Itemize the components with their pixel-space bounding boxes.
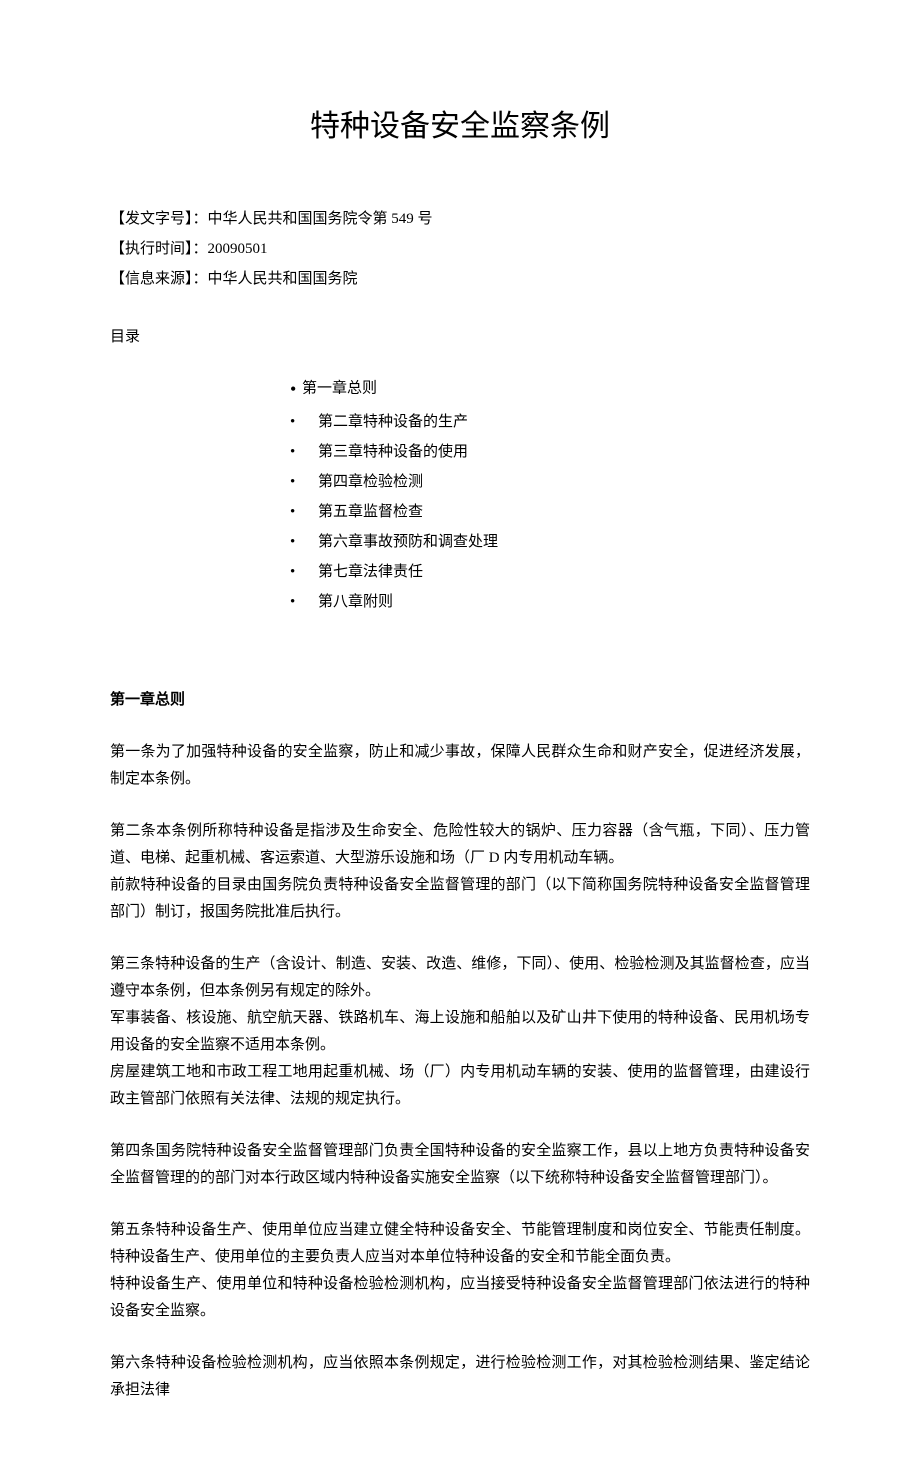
toc-item-text: 第六章事故预防和调查处理 xyxy=(318,534,498,550)
toc-item-text: 第八章附则 xyxy=(318,594,393,610)
toc-item-text: 第四章检验检测 xyxy=(318,474,423,490)
bullet-icon: • xyxy=(290,467,300,497)
toc-item-text: 第二章特种设备的生产 xyxy=(318,414,468,430)
article-paragraph: 第五条特种设备生产、使用单位应当建立健全特种设备安全、节能管理制度和岗位安全、节… xyxy=(110,1217,810,1271)
toc-item: •第一章总则 xyxy=(290,371,810,407)
bullet-icon: • xyxy=(290,437,300,467)
meta-source-value: 中华人民共和国国务院 xyxy=(208,271,358,287)
meta-exectime-label: 【执行时间】： xyxy=(110,241,208,257)
toc-item-text: 第五章监督检查 xyxy=(318,504,423,520)
article-paragraph: 特种设备生产、使用单位和特种设备检验检测机构，应当接受特种设备安全监督管理部门依… xyxy=(110,1271,810,1325)
toc-item: • 第四章检验检测 xyxy=(290,467,810,497)
meta-exectime: 【执行时间】：20090501 xyxy=(110,234,810,264)
toc-item-text: 第七章法律责任 xyxy=(318,564,423,580)
bullet-icon: • xyxy=(290,557,300,587)
document-meta: 【发文字号】：中华人民共和国国务院令第 549 号 【执行时间】：2009050… xyxy=(110,204,810,294)
bullet-icon: • xyxy=(290,497,300,527)
article-paragraph: 第六条特种设备检验检测机构，应当依照本条例规定，进行检验检测工作，对其检验检测结… xyxy=(110,1350,810,1404)
article-paragraph: 第一条为了加强特种设备的安全监察，防止和减少事故，保障人民群众生命和财产安全，促… xyxy=(110,739,810,793)
article-paragraph: 房屋建筑工地和市政工程工地用起重机械、场（厂）内专用机动车辆的安装、使用的监督管… xyxy=(110,1059,810,1113)
meta-source: 【信息来源】：中华人民共和国国务院 xyxy=(110,264,810,294)
table-of-contents: •第一章总则 •第二章特种设备的生产 •第三章特种设备的使用 •第四章检验检测 … xyxy=(110,371,810,617)
toc-item: • 第七章法律责任 xyxy=(290,557,810,587)
article-paragraph: 第二条本条例所称特种设备是指涉及生命安全、危险性较大的锅炉、压力容器（含气瓶，下… xyxy=(110,818,810,872)
article-paragraph: 军事装备、核设施、航空航天器、铁路机车、海上设施和船舶以及矿山井下使用的特种设备… xyxy=(110,1005,810,1059)
meta-docno: 【发文字号】：中华人民共和国国务院令第 549 号 xyxy=(110,204,810,234)
meta-docno-label: 【发文字号】： xyxy=(110,211,208,227)
bullet-icon: • xyxy=(290,527,300,557)
meta-docno-value: 中华人民共和国国务院令第 549 号 xyxy=(208,211,433,227)
article-paragraph: 前款特种设备的目录由国务院负责特种设备安全监督管理的部门（以下简称国务院特种设备… xyxy=(110,872,810,926)
meta-source-label: 【信息来源】： xyxy=(110,271,208,287)
toc-item: • 第六章事故预防和调查处理 xyxy=(290,527,810,557)
toc-item: • 第八章附则 xyxy=(290,587,810,617)
chapter-heading: 第一章总则 xyxy=(110,687,810,714)
bullet-icon: • xyxy=(290,587,300,617)
document-title: 特种设备安全监察条例 xyxy=(110,100,810,154)
article-paragraph: 第四条国务院特种设备安全监督管理部门负责全国特种设备的安全监察工作，县以上地方负… xyxy=(110,1138,810,1192)
toc-label: 目录 xyxy=(110,324,810,351)
bullet-icon: • xyxy=(290,371,300,407)
toc-item-text: 第三章特种设备的使用 xyxy=(318,444,468,460)
meta-exectime-value: 20090501 xyxy=(208,241,268,257)
bullet-icon: • xyxy=(290,407,300,437)
toc-item: • 第五章监督检查 xyxy=(290,497,810,527)
toc-item: • 第二章特种设备的生产 xyxy=(290,407,810,437)
toc-item-text: 第一章总则 xyxy=(302,380,377,396)
toc-item: • 第三章特种设备的使用 xyxy=(290,437,810,467)
article-paragraph: 第三条特种设备的生产（含设计、制造、安装、改造、维修，下同）、使用、检验检测及其… xyxy=(110,951,810,1005)
